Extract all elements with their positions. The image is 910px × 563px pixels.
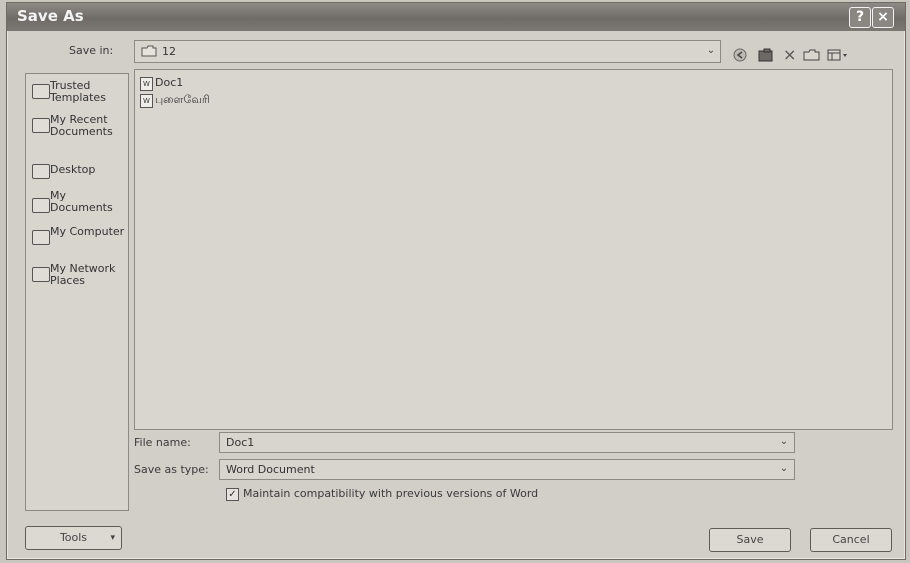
place-label: My Computer	[50, 225, 125, 238]
views-icon[interactable]	[827, 48, 849, 66]
tools-label: Tools	[59, 531, 88, 544]
word-doc-icon: W	[140, 94, 153, 108]
save-in-combo[interactable]: 12 ⌄	[134, 40, 721, 63]
computer-icon	[32, 230, 50, 245]
place-label: Desktop	[50, 163, 96, 176]
tools-button[interactable]: Tools ▾	[25, 526, 122, 550]
place-my-computer[interactable]: My Computer	[28, 224, 126, 266]
close-button[interactable]: ×	[872, 7, 894, 28]
file-list[interactable]: W Doc1 W புளைவேரி	[134, 69, 893, 430]
file-name: Doc1	[155, 76, 184, 89]
places-bar: Trusted Templates My Recent Documents De…	[25, 73, 129, 511]
help-button[interactable]: ?	[849, 7, 871, 28]
compat-label: Maintain compatibility with previous ver…	[243, 487, 539, 500]
dialog-title: Save As	[17, 7, 84, 25]
new-folder-icon[interactable]	[803, 48, 821, 66]
place-label: My Recent Documents	[50, 113, 113, 138]
folder-icon	[32, 198, 50, 213]
delete-icon[interactable]: ×	[783, 45, 796, 64]
folder-icon	[141, 45, 157, 57]
place-label: My Network Places	[50, 262, 116, 287]
cancel-button[interactable]: Cancel	[810, 528, 892, 552]
back-icon[interactable]	[732, 48, 748, 66]
save-in-label: Save in:	[69, 44, 114, 57]
file-name-input[interactable]: Doc1 ⌄	[219, 432, 795, 453]
chevron-down-icon[interactable]: ⌄	[777, 435, 791, 449]
desktop-icon	[32, 164, 50, 179]
title-bar: Save As ? ×	[7, 3, 905, 31]
place-label: Trusted Templates	[50, 79, 106, 104]
save-as-type-value: Word Document	[226, 463, 315, 476]
save-button[interactable]: Save	[709, 528, 791, 552]
chevron-down-icon[interactable]: ⌄	[777, 462, 791, 476]
folder-icon	[32, 84, 50, 99]
place-my-network-places[interactable]: My Network Places	[28, 261, 126, 303]
chevron-down-icon: ▾	[110, 533, 115, 543]
save-as-dialog: Save As ? × Save in: 12 ⌄ × Trusted Temp…	[6, 2, 906, 560]
place-my-recent-documents[interactable]: My Recent Documents	[28, 112, 126, 154]
file-name: புளைவேரி	[155, 93, 210, 106]
up-folder-icon[interactable]	[758, 48, 774, 66]
place-label: My Documents	[50, 189, 113, 214]
recent-documents-icon	[32, 118, 50, 133]
save-as-type-select[interactable]: Word Document ⌄	[219, 459, 795, 480]
file-name-value: Doc1	[226, 436, 255, 449]
compat-checkbox[interactable]: ✓	[226, 488, 239, 501]
chevron-down-icon[interactable]: ⌄	[704, 44, 718, 58]
save-as-type-label: Save as type:	[134, 463, 209, 476]
network-icon	[32, 267, 50, 282]
file-name-label: File name:	[134, 436, 191, 449]
save-in-value: 12	[162, 45, 176, 58]
word-doc-icon: W	[140, 77, 153, 91]
